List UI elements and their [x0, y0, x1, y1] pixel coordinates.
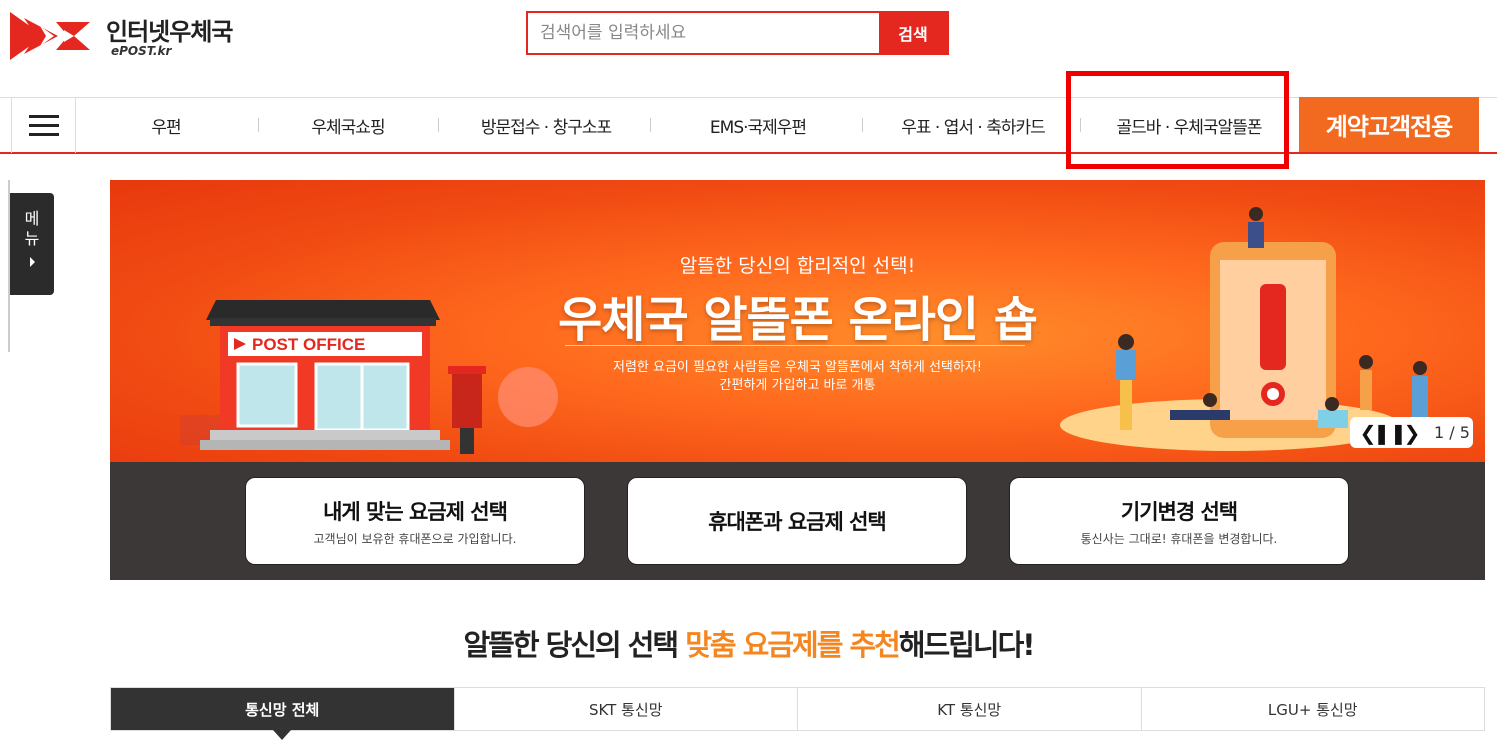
gnb-item-shopping[interactable]: 우체국쇼핑	[268, 98, 428, 153]
pause-icon[interactable]: ❚❚	[1373, 421, 1407, 445]
device-change-subtitle: 통신사는 그대로! 휴대폰을 변경합니다.	[1080, 531, 1278, 546]
chevron-right-icon[interactable]: ❯	[1404, 421, 1421, 445]
gnb-item-ems[interactable]: EMS·국제우편	[660, 98, 856, 153]
tab-kt[interactable]: KT 통신망	[797, 688, 1141, 730]
tab-lgu[interactable]: LGU+ 통신망	[1140, 688, 1485, 730]
banner-divider	[565, 345, 1025, 346]
slide-counter: 1 / 5	[1434, 423, 1470, 442]
highlight-box	[1066, 71, 1289, 169]
headline-part1: 알뜰한 당신의 선택	[463, 628, 686, 662]
headline-highlight: 맞춤 요금제를 추천	[685, 628, 901, 662]
tab-all-networks[interactable]: 통신망 전체	[111, 688, 454, 740]
plan-select-title: 내게 맞는 요금제 선택	[323, 499, 508, 524]
side-menu-label: 메뉴	[24, 209, 40, 248]
hamburger-menu-icon[interactable]	[11, 98, 76, 153]
main-banner[interactable]: POST OFFICE 알뜰한 당신의 합리적인 선택! 우체국 알뜰폰 온라인…	[110, 180, 1485, 462]
network-tabs: 통신망 전체 SKT 통신망 KT 통신망 LGU+ 통신망	[110, 687, 1485, 740]
tab-skt[interactable]: SKT 통신망	[453, 688, 798, 730]
epost-logo[interactable]: 인터넷우체국 ePOST.kr	[10, 8, 250, 60]
logo-subtext: ePOST.kr	[111, 44, 172, 58]
search-bar: 검색	[526, 11, 949, 55]
search-button[interactable]: 검색	[879, 11, 947, 55]
slider-controls: ❮ ❚❚ ❯ 1 / 5	[1350, 417, 1473, 448]
logo-name: 인터넷우체국	[106, 18, 233, 46]
plan-select-button[interactable]: 내게 맞는 요금제 선택 고객님이 보유한 휴대폰으로 가입합니다.	[245, 477, 585, 565]
device-change-button[interactable]: 기기변경 선택 통신사는 그대로! 휴대폰을 변경합니다.	[1009, 477, 1349, 565]
device-change-title: 기기변경 선택	[1120, 499, 1238, 524]
contract-customer-button[interactable]: 계약고객전용	[1299, 97, 1479, 152]
gnb-item-stamps-cards[interactable]: 우표 · 엽서 · 축하카드	[872, 98, 1074, 153]
gnb-item-visit-parcel[interactable]: 방문접수 · 창구소포	[448, 98, 644, 153]
section-headline: 알뜰한 당신의 선택 맞춤 요금제를 추천해드립니다!	[0, 622, 1497, 664]
arrow-right-icon	[29, 257, 35, 267]
epost-logo-icon	[10, 12, 90, 60]
phone-plan-select-button[interactable]: 휴대폰과 요금제 선택	[627, 477, 967, 565]
plan-select-subtitle: 고객님이 보유한 휴대폰으로 가입합니다.	[313, 531, 517, 546]
side-menu-tab[interactable]: 메뉴	[10, 193, 54, 295]
search-input[interactable]	[528, 13, 880, 53]
phone-plan-select-title: 휴대폰과 요금제 선택	[708, 510, 887, 534]
quick-select-area: 내게 맞는 요금제 선택 고객님이 보유한 휴대폰으로 가입합니다. 휴대폰과 …	[110, 462, 1485, 580]
headline-part2: 해드립니다!	[898, 628, 1036, 662]
gnb-item-mail[interactable]: 우편	[96, 98, 236, 153]
